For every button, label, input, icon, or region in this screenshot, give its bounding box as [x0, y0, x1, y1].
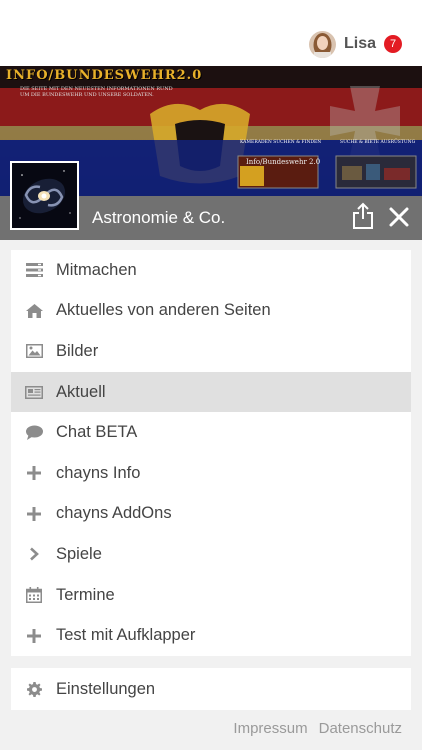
menu-label: Mitmachen	[56, 260, 137, 279]
datenschutz-link[interactable]: Datenschutz	[319, 720, 402, 737]
menu-item-bilder[interactable]: Bilder	[11, 331, 411, 372]
user-name[interactable]: Lisa	[344, 35, 376, 53]
banner-subtitle-line2: UM DIE BUNDESWEHR UND UNSERE SOLDATEN.	[20, 92, 154, 98]
banner-title: INFO/BUNDESWEHR2.0	[6, 68, 203, 83]
calendar-icon	[25, 586, 43, 604]
close-button[interactable]	[388, 206, 410, 228]
notification-badge[interactable]: 7	[384, 35, 402, 53]
menu-item-test-mit-aufklapper[interactable]: Test mit Aufklapper	[11, 615, 411, 656]
menu-item-einstellungen[interactable]: Einstellungen	[11, 668, 411, 710]
menu-label: Spiele	[56, 544, 102, 563]
menu-item-chayns-info[interactable]: chayns Info	[11, 453, 411, 494]
banner-link-ausruestung: SUCHE & BIETE AUSRÜSTUNG	[340, 140, 416, 145]
menu-label: Bilder	[56, 341, 99, 360]
plus-icon	[25, 505, 43, 523]
home-icon	[25, 302, 43, 320]
menu-label: chayns AddOns	[56, 504, 172, 523]
list-icon	[25, 261, 43, 279]
menu-label: Test mit Aufklapper	[56, 626, 196, 645]
menu-label: Einstellungen	[56, 679, 156, 698]
menu-item-aktuell[interactable]: Aktuell	[11, 371, 411, 413]
site-title: Astronomie & Co.	[92, 208, 226, 227]
menu-item-mitmachen[interactable]: Mitmachen	[11, 250, 411, 291]
menu-label: chayns Info	[56, 463, 141, 482]
share-icon	[353, 202, 373, 229]
image-icon	[25, 342, 43, 360]
newspaper-icon	[25, 383, 43, 401]
share-button[interactable]	[350, 202, 376, 230]
menu-label: Aktuelles von anderen Seiten	[56, 301, 271, 320]
plus-icon	[25, 627, 43, 645]
gear-icon	[25, 680, 43, 698]
menu-item-chayns-addons[interactable]: chayns AddOns	[11, 494, 411, 535]
close-icon	[389, 207, 409, 227]
avatar[interactable]	[308, 30, 336, 58]
menu-label: Termine	[56, 585, 115, 604]
chevron-right-icon	[25, 545, 43, 563]
banner-subtitle: DIE SEITE MIT DEN NEUESTEN INFORMATIONEN…	[20, 86, 173, 98]
menu-label: Aktuell	[56, 382, 106, 401]
navigation-menu: Mitmachen Aktuelles von anderen Seiten B…	[11, 250, 411, 656]
menu-item-aktuelles-von-anderen-seiten[interactable]: Aktuelles von anderen Seiten	[11, 291, 411, 332]
chat-icon	[25, 424, 43, 442]
site-logo	[10, 161, 79, 230]
menu-item-chat-beta[interactable]: Chat BETA	[11, 412, 411, 453]
banner-link-kameraden: KAMERADEN SUCHEN & FINDEN	[240, 140, 322, 145]
menu-label: Chat BETA	[56, 423, 138, 442]
menu-item-termine[interactable]: Termine	[11, 575, 411, 616]
plus-icon	[25, 464, 43, 482]
banner-thumb-caption: Info/Bundeswehr 2.0	[246, 158, 321, 166]
menu-item-spiele[interactable]: Spiele	[11, 534, 411, 575]
user-menu[interactable]: Lisa 7	[308, 30, 402, 58]
footer-links: Impressum Datenschutz	[233, 720, 402, 737]
top-bar: Lisa 7	[0, 0, 422, 66]
impressum-link[interactable]: Impressum	[233, 720, 307, 737]
